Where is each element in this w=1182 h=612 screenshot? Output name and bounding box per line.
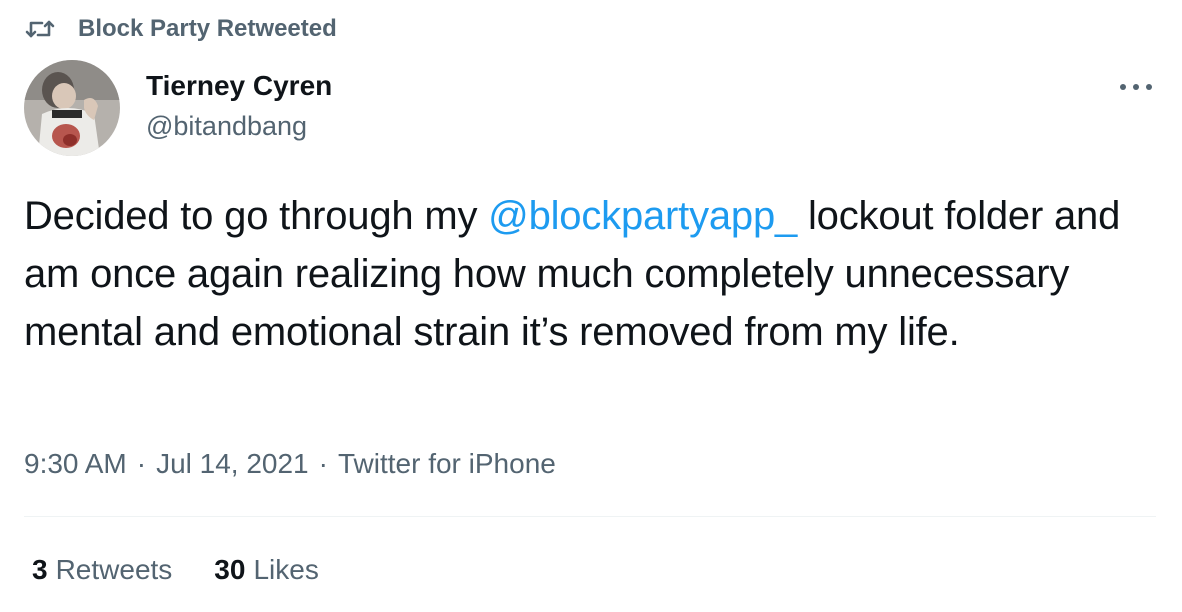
avatar[interactable] xyxy=(24,60,120,156)
meta-separator: · xyxy=(318,448,328,479)
author-handle[interactable]: @bitandbang xyxy=(146,111,307,142)
tweet-date[interactable]: Jul 14, 2021 xyxy=(156,448,309,480)
more-options-button[interactable] xyxy=(1116,74,1156,100)
more-options-icon xyxy=(1120,84,1152,90)
likes-stat[interactable]: 30 Likes xyxy=(214,554,319,586)
divider xyxy=(24,516,1156,517)
tweet-text-before: Decided to go through my xyxy=(24,194,489,238)
meta-separator: · xyxy=(136,448,147,479)
likes-count: 30 xyxy=(214,554,246,585)
retweet-icon xyxy=(24,17,56,41)
mention-link[interactable]: @blockpartyapp_ xyxy=(488,194,797,238)
retweets-label: Retweets xyxy=(55,554,173,585)
avatar-photo xyxy=(24,60,120,156)
tweet-stats: 3 Retweets 30 Likes xyxy=(32,554,319,586)
tweet-time[interactable]: 9:30 AM xyxy=(24,448,127,480)
tweet-text: Decided to go through my @blockpartyapp_… xyxy=(24,187,1164,361)
likes-label: Likes xyxy=(253,554,319,585)
retweets-count: 3 xyxy=(32,554,48,585)
social-context-label: Block Party Retweeted xyxy=(78,15,337,42)
tweet-metadata: 9:30 AM · Jul 14, 2021 · Twitter for iPh… xyxy=(24,448,556,480)
tweet-source[interactable]: Twitter for iPhone xyxy=(338,448,556,480)
social-context[interactable]: Block Party Retweeted xyxy=(24,12,337,46)
retweets-stat[interactable]: 3 Retweets xyxy=(32,554,172,586)
author-name[interactable]: Tierney Cyren xyxy=(146,70,332,102)
